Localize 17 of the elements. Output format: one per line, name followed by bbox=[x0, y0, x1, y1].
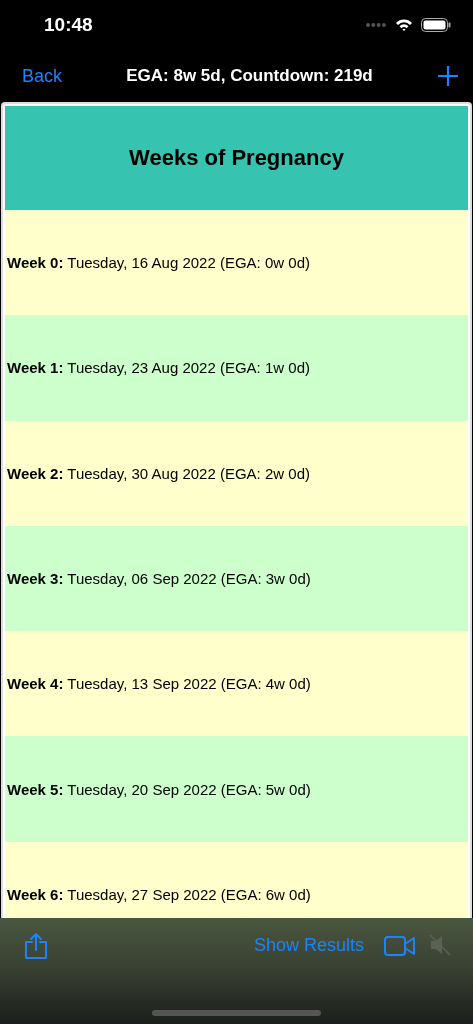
status-time: 10:48 bbox=[44, 14, 93, 36]
week-text: Week 2: Tuesday, 30 Aug 2022 (EGA: 2w 0d) bbox=[7, 464, 310, 482]
week-text: Week 5: Tuesday, 20 Sep 2022 (EGA: 5w 0d) bbox=[7, 780, 311, 798]
signal-icon bbox=[365, 22, 387, 28]
week-text: Week 6: Tuesday, 27 Sep 2022 (EGA: 6w 0d) bbox=[7, 885, 311, 903]
back-button[interactable]: Back bbox=[22, 65, 63, 87]
week-text: Week 3: Tuesday, 06 Sep 2022 (EGA: 3w 0d) bbox=[7, 570, 311, 588]
week-text: Week 4: Tuesday, 13 Sep 2022 (EGA: 4w 0d) bbox=[7, 675, 311, 693]
share-button[interactable] bbox=[24, 932, 48, 960]
add-button[interactable] bbox=[437, 65, 459, 87]
nav-title: EGA: 8w 5d, Countdown: 219d bbox=[126, 66, 373, 86]
week-text: Week 0: Tuesday, 16 Aug 2022 (EGA: 0w 0d) bbox=[7, 254, 310, 272]
week-text: Week 1: Tuesday, 23 Aug 2022 (EGA: 1w 0d) bbox=[7, 359, 310, 377]
wifi-icon bbox=[395, 18, 413, 32]
video-camera-button[interactable] bbox=[384, 936, 415, 956]
table-title: Weeks of Pregnancy bbox=[129, 145, 344, 171]
battery-icon bbox=[421, 18, 451, 32]
